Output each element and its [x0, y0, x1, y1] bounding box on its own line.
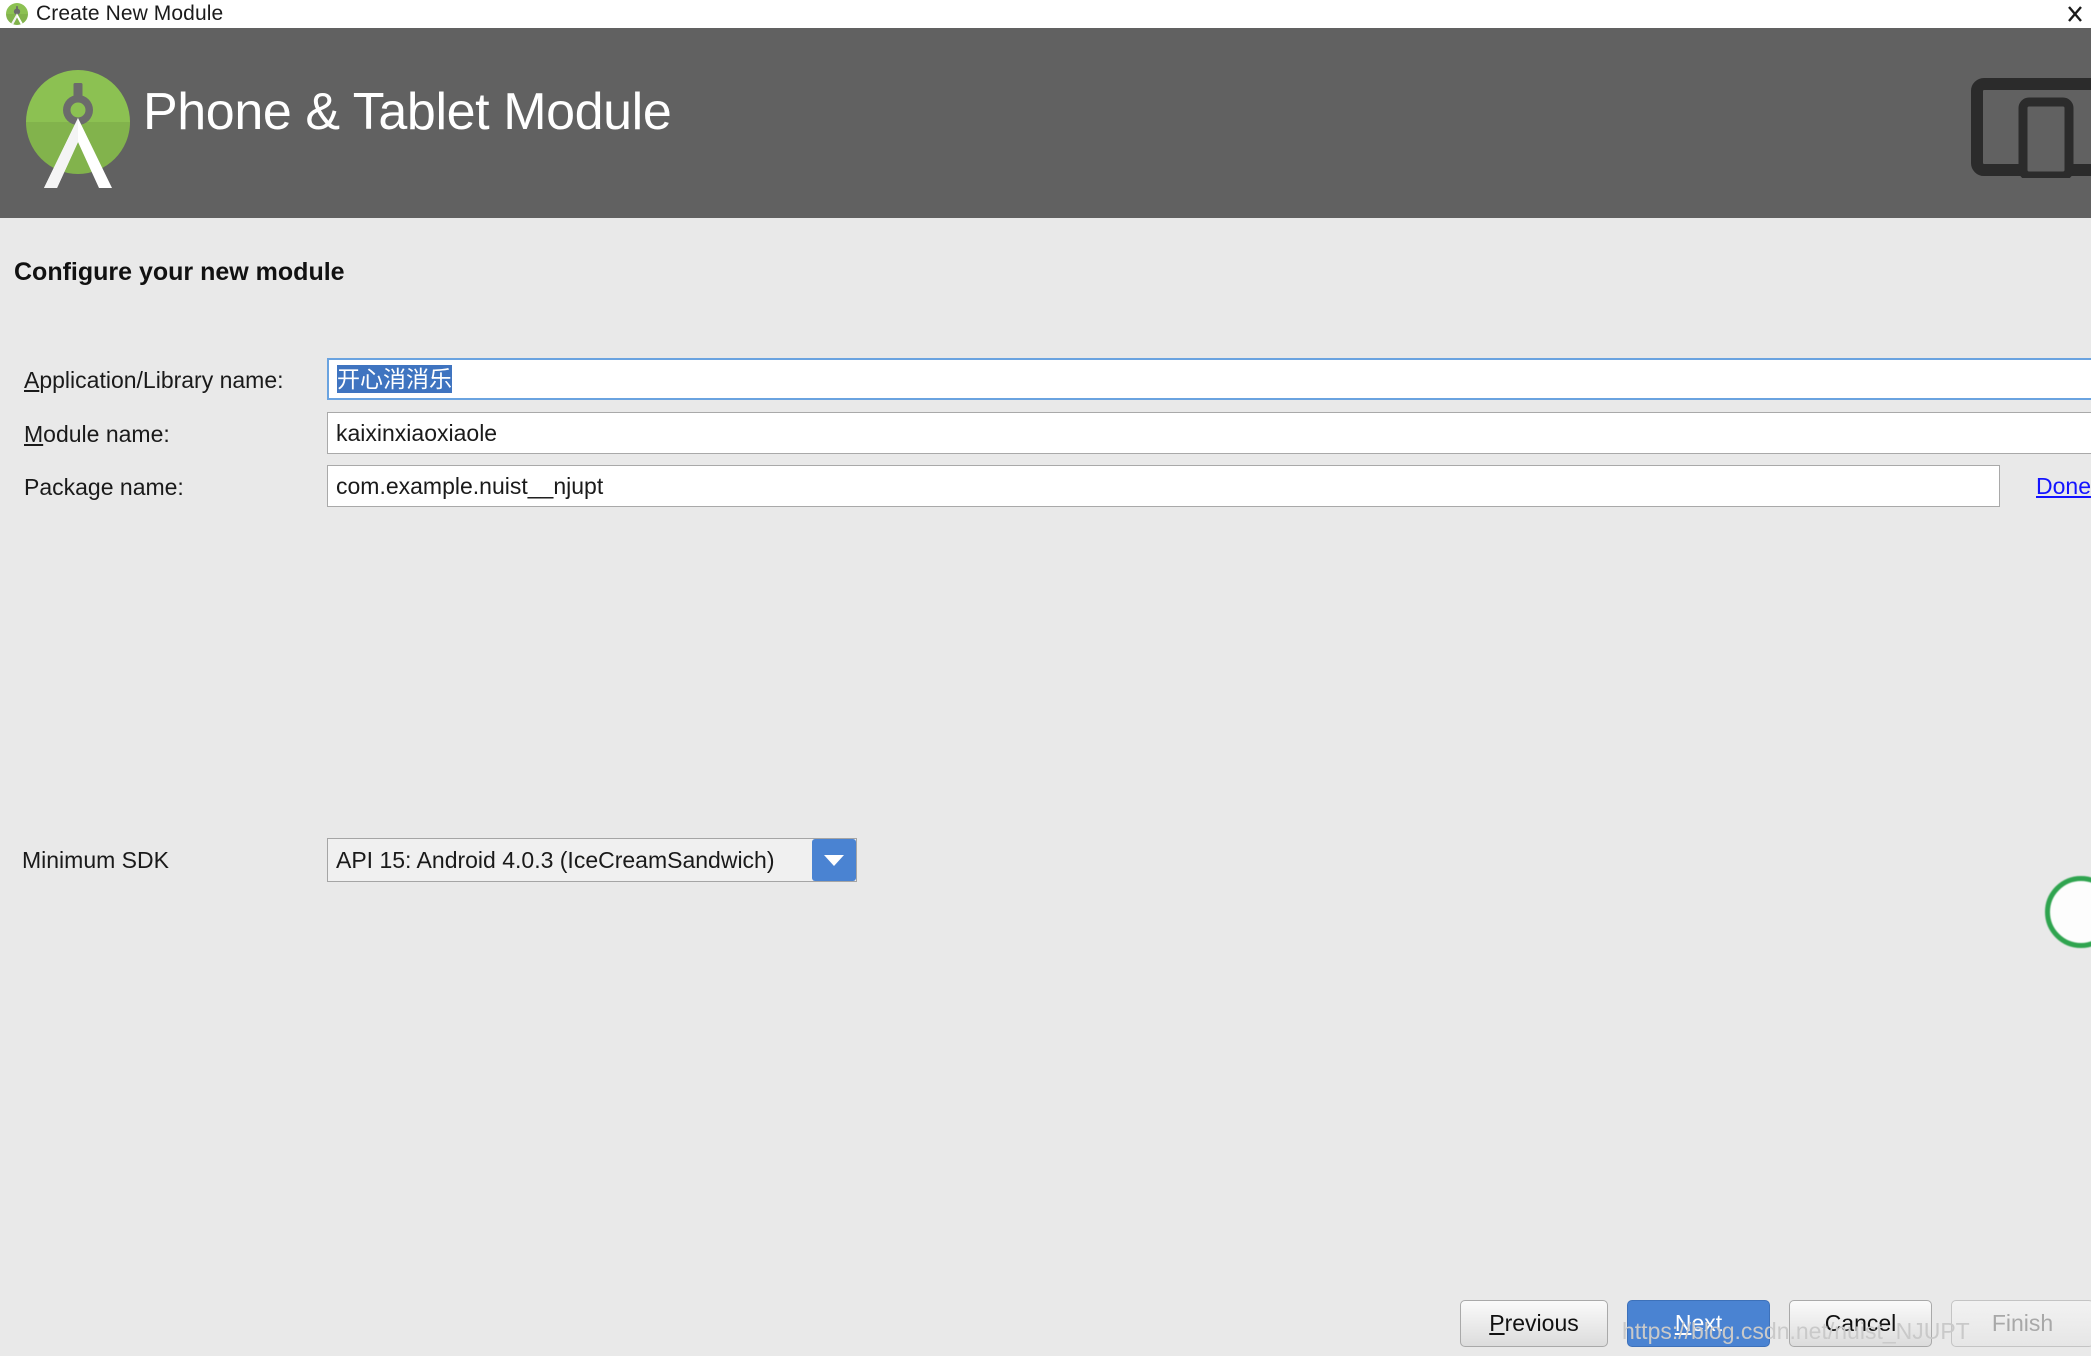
create-new-module-dialog: Create New Module Phone & Tablet Module	[0, 0, 2091, 1356]
application-name-value: 开心消消乐	[337, 365, 452, 393]
dialog-header: Phone & Tablet Module	[0, 28, 2091, 218]
android-studio-logo-icon	[6, 3, 28, 25]
module-name-input[interactable]: kaixinxiaoxiaole	[327, 412, 2091, 454]
green-ring-decoration	[2045, 876, 2091, 948]
minimum-sdk-select[interactable]: API 15: Android 4.0.3 (IceCreamSandwich)	[327, 838, 857, 882]
chevron-down-icon[interactable]	[812, 839, 856, 881]
cancel-button[interactable]: Cancel	[1789, 1300, 1932, 1347]
window-titlebar: Create New Module	[0, 0, 2091, 28]
module-name-label: Module name:	[24, 421, 170, 447]
phone-tablet-icon	[1971, 70, 2091, 181]
package-name-done-link[interactable]: Done	[2036, 473, 2091, 500]
minimum-sdk-label: Minimum SDK	[22, 847, 169, 873]
package-name-label: Package name:	[24, 474, 184, 500]
next-button[interactable]: Next	[1627, 1300, 1770, 1347]
page-title: Configure your new module	[14, 258, 345, 286]
window-title: Create New Module	[36, 2, 224, 25]
minimum-sdk-value: API 15: Android 4.0.3 (IceCreamSandwich)	[336, 846, 775, 873]
android-studio-logo-icon	[26, 58, 130, 188]
application-name-label: Application/Library name:	[24, 367, 284, 393]
package-name-input[interactable]: com.example.nuist__njupt	[327, 465, 2000, 507]
header-title: Phone & Tablet Module	[143, 83, 672, 141]
application-name-input[interactable]: 开心消消乐	[327, 358, 2091, 400]
previous-button[interactable]: Previous	[1460, 1300, 1608, 1347]
finish-button: Finish	[1951, 1300, 2091, 1347]
close-icon[interactable]	[2053, 0, 2091, 28]
